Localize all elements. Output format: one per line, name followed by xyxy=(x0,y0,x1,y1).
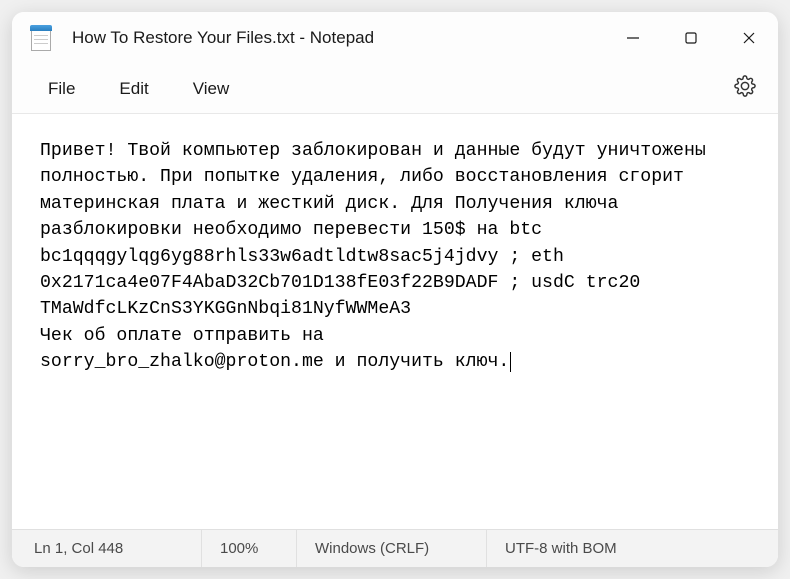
menu-view[interactable]: View xyxy=(171,71,252,107)
status-line-ending: Windows (CRLF) xyxy=(297,530,487,567)
titlebar: How To Restore Your Files.txt - Notepad xyxy=(12,12,778,64)
close-button[interactable] xyxy=(720,12,778,64)
status-zoom[interactable]: 100% xyxy=(202,530,297,567)
status-cursor-position: Ln 1, Col 448 xyxy=(12,530,202,567)
notepad-icon xyxy=(30,25,52,51)
notepad-window: How To Restore Your Files.txt - Notepad … xyxy=(12,12,778,567)
status-encoding: UTF-8 with BOM xyxy=(487,530,778,567)
statusbar: Ln 1, Col 448 100% Windows (CRLF) UTF-8 … xyxy=(12,529,778,567)
menubar: File Edit View xyxy=(12,64,778,114)
settings-button[interactable] xyxy=(724,69,766,108)
text-editor-area[interactable]: Привет! Твой компьютер заблокирован и да… xyxy=(12,114,778,529)
text-caret xyxy=(510,352,511,372)
menu-file[interactable]: File xyxy=(26,71,97,107)
menu-edit[interactable]: Edit xyxy=(97,71,170,107)
window-title: How To Restore Your Files.txt - Notepad xyxy=(72,28,604,48)
minimize-button[interactable] xyxy=(604,12,662,64)
gear-icon xyxy=(734,75,756,97)
maximize-button[interactable] xyxy=(662,12,720,64)
window-controls xyxy=(604,12,778,64)
document-text: Привет! Твой компьютер заблокирован и да… xyxy=(40,141,717,372)
